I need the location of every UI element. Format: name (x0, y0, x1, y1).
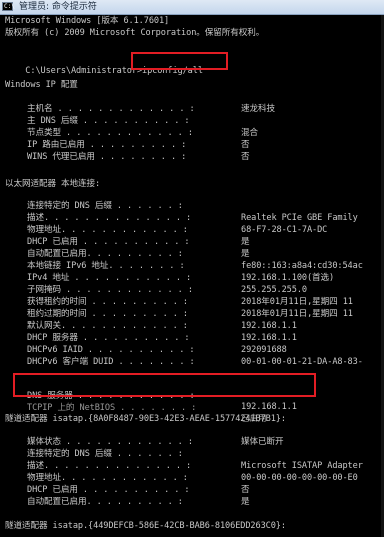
config-label: DHCPv6 客户端 DUID . . . . . . . : (27, 357, 195, 367)
config-value: fe80::163:a8a4:cd30:54ac (241, 261, 363, 271)
config-value: 68-F7-28-C1-7A-DC (241, 225, 328, 235)
config-value: 是 (241, 249, 250, 259)
config-label: 描述. . . . . . . . . . . . . . : (27, 461, 192, 471)
config-row: WINS 代理已启用 . . . . . . . . : 否 (0, 152, 384, 163)
config-label: DHCP 服务器 . . . . . . . . . . : (27, 333, 190, 343)
window-title: 管理员: 命令提示符 (19, 2, 97, 12)
config-label: 本地链接 IPv6 地址. . . . . . . : (27, 261, 185, 271)
config-label: DHCP 已启用 . . . . . . . . . . : (27, 485, 190, 495)
copyright-line: 版权所有 (c) 2009 Microsoft Corporation。保留所有… (5, 28, 265, 38)
netbios-label: TCPIP 上的 NetBIOS . . . . . . . : (27, 403, 197, 413)
section-heading-ethernet: 以太网适配器 本地连接: (5, 179, 101, 189)
console-output[interactable]: Microsoft Windows [版本 6.1.7601] 版权所有 (c)… (0, 15, 384, 537)
config-label: 节点类型 . . . . . . . . . . . . : (27, 128, 193, 138)
config-label: 自动配置已启用. . . . . . . . . : (27, 249, 183, 259)
config-value: 否 (241, 152, 250, 162)
command-highlight-box (131, 52, 228, 70)
title-bar[interactable]: C:\ 管理员: 命令提示符 (0, 0, 384, 15)
config-value: 00-00-00-00-00-00-00-E0 (241, 473, 358, 483)
config-label: DHCP 已启用 . . . . . . . . . . : (27, 237, 190, 247)
config-label: 描述. . . . . . . . . . . . . . : (27, 213, 192, 223)
config-row: 子网掩码 . . . . . . . . . . . . : 255.255.25… (0, 285, 384, 296)
config-value: 速龙科技 (241, 104, 275, 114)
config-label: 连接特定的 DNS 后缀 . . . . . . : (27, 201, 183, 211)
section-heading-tunnel-1: 隧道适配器 isatap.{8A0F8487-90E3-42E3-AEAE-15… (5, 414, 286, 424)
config-value: 是 (241, 237, 250, 247)
config-label: 媒体状态 . . . . . . . . . . . . : (27, 437, 193, 447)
config-row: 描述. . . . . . . . . . . . . . : Microsoft… (0, 461, 384, 472)
config-label: 物理地址. . . . . . . . . . . . : (27, 225, 188, 235)
config-row: 连接特定的 DNS 后缀 . . . . . . : (0, 201, 384, 212)
config-row: 本地链接 IPv6 地址. . . . . . . : fe80::163:a8a… (0, 261, 384, 272)
config-row: 主机名 . . . . . . . . . . . . . : 速龙科技 (0, 104, 384, 115)
config-row: DHCP 已启用 . . . . . . . . . . : 否 (0, 485, 384, 496)
config-row: 描述. . . . . . . . . . . . . . : Realtek P… (0, 213, 384, 224)
config-row: 自动配置已启用. . . . . . . . . : 是 (0, 497, 384, 508)
config-value: 255.255.255.0 (241, 285, 307, 295)
config-value: 否 (241, 140, 250, 150)
config-label: DHCPv6 IAID . . . . . . . . . . : (27, 345, 195, 355)
config-row: 默认网关. . . . . . . . . . . . : 192.168.1.1 (0, 321, 384, 332)
config-label: 默认网关. . . . . . . . . . . . : (27, 321, 188, 331)
config-value: 媒体已断开 (241, 437, 284, 447)
config-value: 2018年01月11日,星期四 11 (241, 309, 353, 319)
config-value: 是 (241, 497, 250, 507)
version-line: Microsoft Windows [版本 6.1.7601] (5, 16, 170, 26)
config-value: 00-01-00-01-21-DA-A8-83- (241, 357, 363, 367)
config-row: IP 路由已启用 . . . . . . . . . : 否 (0, 140, 384, 151)
prompt-path: C:\Users\Administrator> (25, 66, 142, 76)
config-label: 主 DNS 后缀 . . . . . . . . . . : (27, 116, 190, 126)
config-row: DHCPv6 客户端 DUID . . . . . . . : 00-01-00-… (0, 357, 384, 368)
config-label: 租约过期的时间 . . . . . . . . . : (27, 309, 188, 319)
config-value: 否 (241, 485, 250, 495)
config-row: DHCP 已启用 . . . . . . . . . . : 是 (0, 237, 384, 248)
config-label: 获得租约的时间 . . . . . . . . . : (27, 297, 188, 307)
config-row: 连接特定的 DNS 后缀 . . . . . . : (0, 449, 384, 460)
config-value: 混合 (241, 128, 258, 138)
netbios-row: TCPIP 上的 NetBIOS . . . . . . . : 已启用 (0, 392, 384, 424)
config-row: 物理地址. . . . . . . . . . . . : 00-00-00-00… (0, 473, 384, 484)
config-row: 节点类型 . . . . . . . . . . . . : 混合 (0, 128, 384, 139)
config-row: 物理地址. . . . . . . . . . . . : 68-F7-28-C1… (0, 225, 384, 236)
config-value: 192.168.1.1 (241, 321, 297, 331)
config-row: 租约过期的时间 . . . . . . . . . : 2018年01月11日,星… (0, 309, 384, 320)
config-label: 连接特定的 DNS 后缀 . . . . . . : (27, 449, 183, 459)
config-value: 192.168.1.100(首选) (241, 273, 335, 283)
config-row: DHCP 服务器 . . . . . . . . . . : 192.168.1.… (0, 333, 384, 344)
config-label: 自动配置已启用. . . . . . . . . : (27, 497, 183, 507)
config-value: Realtek PCIe GBE Family (241, 213, 358, 223)
config-value: 292091688 (241, 345, 287, 355)
config-label: 物理地址. . . . . . . . . . . . : (27, 473, 188, 483)
config-label: IP 路由已启用 . . . . . . . . . : (27, 140, 187, 150)
config-row: DHCPv6 IAID . . . . . . . . . . : 2920916… (0, 345, 384, 356)
console-icon: C:\ (2, 2, 15, 11)
config-row: 获得租约的时间 . . . . . . . . . : 2018年01月11日,星… (0, 297, 384, 308)
config-row: IPv4 地址 . . . . . . . . . . . : 192.168.1… (0, 273, 384, 284)
config-value: 192.168.1.1 (241, 333, 297, 343)
config-value: 2018年01月11日,星期四 11 (241, 297, 353, 307)
config-row: 主 DNS 后缀 . . . . . . . . . . : (0, 116, 384, 127)
config-label: IPv4 地址 . . . . . . . . . . . : (27, 273, 192, 283)
config-label: 主机名 . . . . . . . . . . . . . : (27, 104, 195, 114)
section-heading-tunnel-2: 隧道适配器 isatap.{449DEFCB-586E-42CB-BAB6-81… (5, 521, 286, 531)
config-row: 自动配置已启用. . . . . . . . . : 是 (0, 249, 384, 260)
section-heading-windows-ip: Windows IP 配置 (5, 80, 78, 90)
config-row: 媒体状态 . . . . . . . . . . . . : 媒体已断开 (0, 437, 384, 448)
config-value: Microsoft ISATAP Adapter (241, 461, 363, 471)
config-label: 子网掩码 . . . . . . . . . . . . : (27, 285, 193, 295)
dns-server-value: 192.168.1.1 (241, 402, 297, 412)
config-label: WINS 代理已启用 . . . . . . . . : (27, 152, 187, 162)
